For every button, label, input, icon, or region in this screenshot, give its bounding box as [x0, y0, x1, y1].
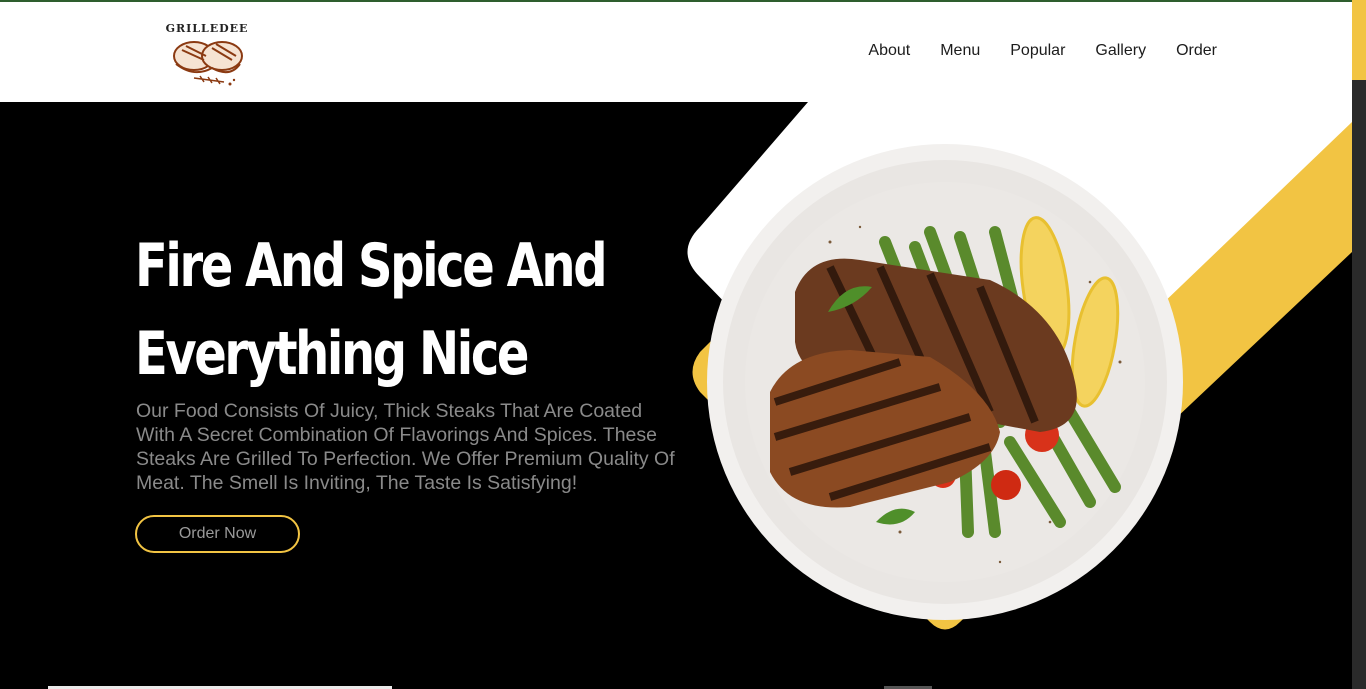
headline-line-2: Everything Nice	[135, 319, 529, 389]
logo-text: GRILLEDEE	[166, 22, 249, 35]
main-nav: About Menu Popular Gallery Order	[868, 42, 1217, 60]
nav-item-gallery[interactable]: Gallery	[1095, 42, 1146, 60]
hero-section: Fire And Spice And Everything Nice Our F…	[0, 102, 1352, 689]
steak-logo-icon[interactable]: GRILLEDEE	[160, 16, 254, 94]
headline-line-1: Fire And Spice And	[135, 231, 608, 301]
scrollbar-thumb[interactable]	[1352, 0, 1366, 80]
nav-item-about[interactable]: About	[868, 42, 910, 60]
nav-item-menu[interactable]: Menu	[940, 42, 980, 60]
nav-item-popular[interactable]: Popular	[1010, 42, 1065, 60]
page-scrollbar[interactable]	[1352, 0, 1366, 689]
nav-item-order[interactable]: Order	[1176, 42, 1217, 60]
hero-headline: Fire And Spice And Everything Nice	[135, 222, 608, 398]
top-accent-line	[0, 0, 1352, 2]
hero-description: Our Food Consists Of Juicy, Thick Steaks…	[136, 400, 675, 494]
order-now-button[interactable]: Order Now	[135, 515, 300, 553]
site-header: GRILLEDEE About Menu Popular Gallery Ord…	[0, 2, 1352, 102]
